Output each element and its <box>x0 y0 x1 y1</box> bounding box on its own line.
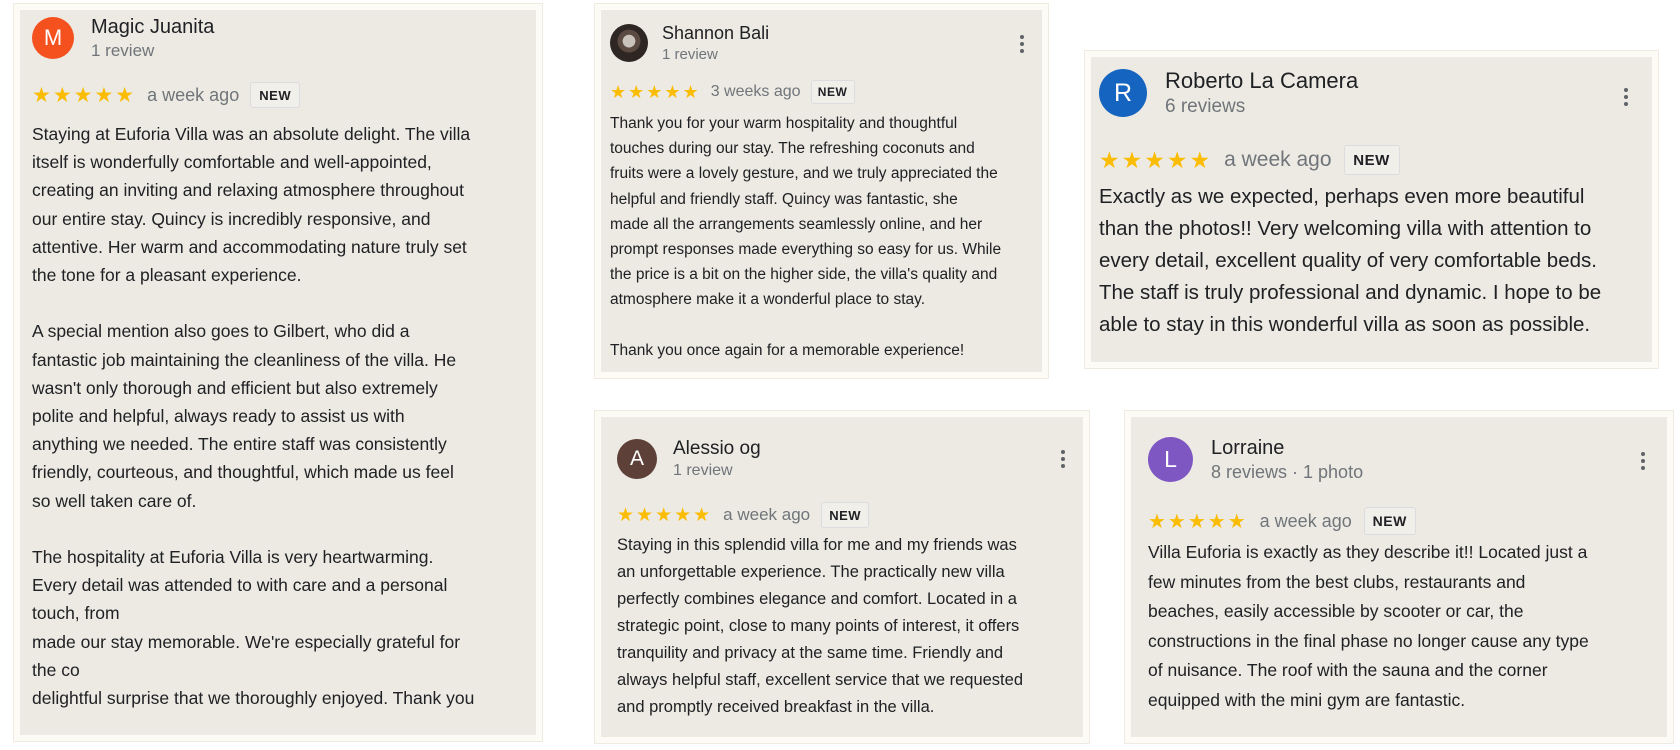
reviewer-header: Shannon Bali 1 review <box>610 22 769 64</box>
reviewer-name[interactable]: Alessio og <box>673 437 761 461</box>
avatar[interactable]: M <box>32 17 74 59</box>
avatar[interactable]: A <box>617 439 657 479</box>
reviewer-header: L Lorraine 8 reviews · 1 photo <box>1148 436 1363 483</box>
review-text: Staying at Euforia Villa was an absolute… <box>32 124 475 709</box>
reviewer-header: M Magic Juanita 1 review <box>32 14 214 62</box>
review-card: M Magic Juanita 1 review ★★★★★ a week ag… <box>20 10 536 735</box>
reviewer-header: R Roberto La Camera 6 reviews <box>1099 67 1358 119</box>
review-card: L Lorraine 8 reviews · 1 photo ★★★★★ a w… <box>1131 417 1667 737</box>
review-time: a week ago <box>1259 510 1352 531</box>
review-time: a week ago <box>723 505 811 524</box>
review-time: 3 weeks ago <box>710 83 801 100</box>
review-text: Villa Euforia is exactly as they describ… <box>1148 542 1589 710</box>
avatar[interactable]: L <box>1148 437 1193 482</box>
reviewer-name[interactable]: Magic Juanita <box>91 14 214 40</box>
reviewer-header: A Alessio og 1 review <box>617 437 761 481</box>
rating-row: ★★★★★ a week ago NEW <box>1148 507 1416 535</box>
reviewer-name[interactable]: Shannon Bali <box>662 22 769 45</box>
review-card: A Alessio og 1 review ★★★★★ a week ago N… <box>601 417 1083 737</box>
reviewer-name[interactable]: Roberto La Camera <box>1165 67 1358 95</box>
star-rating: ★★★★★ <box>32 83 137 107</box>
review-text: Exactly as we expected, perhaps even mor… <box>1099 185 1602 336</box>
star-rating: ★★★★★ <box>617 504 713 526</box>
review-text: Staying in this splendid villa for me an… <box>617 536 1023 716</box>
star-rating: ★★★★★ <box>1099 146 1213 173</box>
more-options-icon[interactable] <box>1631 449 1655 473</box>
more-options-icon[interactable] <box>1051 447 1075 471</box>
new-badge: NEW <box>810 80 855 104</box>
more-options-icon[interactable] <box>1614 85 1638 109</box>
review-time: a week ago <box>1224 148 1332 171</box>
avatar[interactable]: R <box>1099 69 1147 117</box>
avatar[interactable] <box>610 24 648 62</box>
reviewer-meta: 1 review <box>662 46 718 63</box>
new-badge: NEW <box>1343 145 1400 175</box>
reviewer-name[interactable]: Lorraine <box>1211 436 1363 461</box>
review-card: Shannon Bali 1 review ★★★★★ 3 weeks ago … <box>601 10 1042 372</box>
reviewer-meta: 1 review <box>673 462 733 479</box>
more-options-icon[interactable] <box>1010 32 1034 56</box>
star-rating: ★★★★★ <box>610 81 701 102</box>
new-badge: NEW <box>250 82 301 108</box>
reviewer-meta: 8 reviews · 1 photo <box>1211 462 1364 482</box>
reviewer-meta: 1 review <box>91 41 155 60</box>
star-rating: ★★★★★ <box>1148 510 1248 533</box>
rating-row: ★★★★★ a week ago NEW <box>32 82 301 108</box>
review-time: a week ago <box>147 84 240 105</box>
reviewer-meta: 6 reviews <box>1165 96 1246 117</box>
new-badge: NEW <box>821 502 870 528</box>
rating-row: ★★★★★ a week ago NEW <box>617 502 870 528</box>
rating-row: ★★★★★ a week ago NEW <box>1099 145 1400 175</box>
review-text: Thank you for your warm hospitality and … <box>610 115 1002 359</box>
rating-row: ★★★★★ 3 weeks ago NEW <box>610 80 855 104</box>
review-card: R Roberto La Camera 6 reviews ★★★★★ a we… <box>1091 57 1652 362</box>
new-badge: NEW <box>1363 507 1416 535</box>
